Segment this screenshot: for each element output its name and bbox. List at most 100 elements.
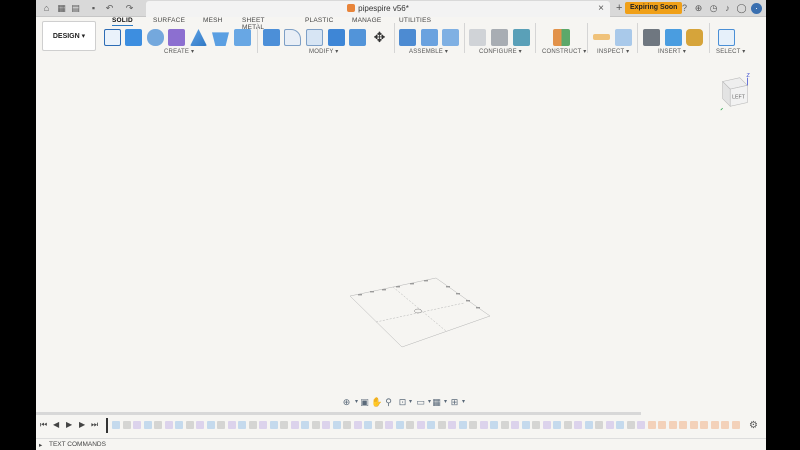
job-status-icon[interactable]: ◷ [708,3,719,14]
timeline-feature-icon[interactable] [227,421,236,429]
inspect-menu[interactable]: INSPECT ▾ [597,48,629,55]
go-to-start-icon[interactable]: ⏮ [40,420,47,430]
timeline-feature-icon[interactable] [626,421,635,429]
timeline-feature-icon[interactable] [301,421,309,429]
timeline-feature-icon[interactable] [259,421,267,429]
extensions-icon[interactable]: ⊕ [693,3,704,14]
grid-apps-icon[interactable]: ▦ [56,3,67,14]
timeline-feature-icon[interactable] [563,421,572,429]
timeline-feature-icon[interactable] [710,421,719,429]
timeline-feature-icon[interactable] [206,421,215,429]
tab-solid[interactable]: SOLID [112,17,133,26]
as-built-joint-icon[interactable] [442,29,459,46]
timeline-feature-icon[interactable] [469,421,477,429]
timeline-feature-icon[interactable] [122,421,131,429]
new-component-icon[interactable] [399,29,416,46]
close-tab-icon[interactable]: × [598,3,604,14]
timeline-feature-icon[interactable] [175,421,183,429]
avatar[interactable]: · [751,3,762,14]
timeline-feature-icon[interactable] [679,421,687,429]
help-icon[interactable]: ? [679,3,690,14]
timeline-feature-icon[interactable] [406,421,414,429]
tab-manage[interactable]: MANAGE [352,17,381,24]
timeline-feature-icon[interactable] [595,421,603,429]
step-forward-icon[interactable]: ▶ [79,420,85,429]
modify-menu[interactable]: MODIFY ▾ [309,48,339,55]
timeline-feature-icon[interactable] [479,421,488,429]
shell-icon[interactable] [212,32,229,46]
shell-body-icon[interactable] [328,29,345,46]
new-tab-icon[interactable]: + [616,2,622,14]
timeline-feature-icon[interactable] [458,421,467,429]
timeline-feature-icon[interactable] [553,421,561,429]
sweep-icon[interactable] [168,29,185,46]
timeline-feature-icon[interactable] [374,421,383,429]
tab-utilities[interactable]: UTILITIES [399,17,431,24]
timeline-feature-icon[interactable] [511,421,519,429]
extrude-icon[interactable] [125,29,142,46]
timeline-feature-icon[interactable] [721,421,729,429]
undo-icon[interactable]: ↶ [104,3,115,14]
scale-icon[interactable] [349,29,366,46]
section-analysis-icon[interactable] [615,29,632,46]
timeline-feature-icon[interactable] [217,421,225,429]
expand-icon[interactable]: ▸ [39,441,42,449]
timeline-feature-icon[interactable] [637,421,645,429]
create-sketch-icon[interactable] [104,29,121,46]
timeline-feature-icon[interactable] [521,421,530,429]
offset-plane-icon[interactable] [553,29,570,46]
configure-icon[interactable] [469,29,486,46]
home-icon[interactable]: ⌂ [41,3,52,14]
timeline-feature-icon[interactable] [290,421,299,429]
timeline-feature-icon[interactable] [343,421,351,429]
timeline-feature-icon[interactable] [164,421,173,429]
timeline-feature-icon[interactable] [647,421,656,429]
timeline-feature-icon[interactable] [658,421,666,429]
play-icon[interactable]: ▶ [66,420,72,429]
timeline-feature-icon[interactable] [605,421,614,429]
chamfer-icon[interactable] [306,29,323,46]
text-commands-bar[interactable]: ▸ TEXT COMMANDS [36,438,766,450]
tab-plastic[interactable]: PLASTIC [305,17,334,24]
tab-surface[interactable]: SURFACE [153,17,185,24]
timeline-feature-icon[interactable] [427,421,435,429]
timeline-feature-icon[interactable] [112,421,120,429]
move-icon[interactable]: ✥ [371,29,388,46]
configure-menu[interactable]: CONFIGURE ▾ [479,48,522,55]
timeline-scrollbar[interactable] [36,412,641,415]
timeline-feature-icon[interactable] [731,421,740,429]
timeline-feature-icon[interactable] [248,421,257,429]
help-circle-icon[interactable]: ◯ [736,3,747,14]
fillet-icon[interactable] [284,29,301,46]
timeline-feature-icon[interactable] [584,421,593,429]
timeline-feature-icon[interactable] [700,421,708,429]
timeline-feature-icon[interactable] [500,421,509,429]
save-icon[interactable]: ▪ [88,3,99,14]
timeline-feature-icon[interactable] [574,421,582,429]
file-menu-icon[interactable]: ▤ [70,3,81,14]
design-workspace-button[interactable]: DESIGN ▾ [42,21,96,51]
timeline-feature-icon[interactable] [437,421,446,429]
insert-derive-icon[interactable] [643,29,660,46]
timeline-feature-icon[interactable] [668,421,677,429]
timeline-feature-icon[interactable] [280,421,288,429]
modeling-canvas[interactable] [36,60,766,400]
timeline-feature-icon[interactable] [311,421,320,429]
select-menu[interactable]: SELECT ▾ [716,48,746,55]
timeline-feature-icon[interactable] [448,421,456,429]
press-pull-icon[interactable] [263,29,280,46]
timeline-feature-icon[interactable] [196,421,204,429]
tab-mesh[interactable]: MESH [203,17,223,24]
timeline-feature-icon[interactable] [395,421,404,429]
look-at-icon[interactable]: ▣ [359,397,370,408]
viewports-dropdown-icon[interactable]: ▾ [458,397,469,408]
construct-menu[interactable]: CONSTRUCT ▾ [542,48,586,55]
insert-mcmaster-icon[interactable] [686,29,703,46]
timeline-feature-icon[interactable] [143,421,152,429]
combine-icon[interactable] [234,29,251,46]
document-tab[interactable]: pipespire v56* × [146,1,610,17]
notifications-icon[interactable]: ♪ [722,3,733,14]
timeline-feature-icon[interactable] [238,421,246,429]
timeline-feature-icon[interactable] [532,421,540,429]
timeline-feature-icon[interactable] [154,421,162,429]
